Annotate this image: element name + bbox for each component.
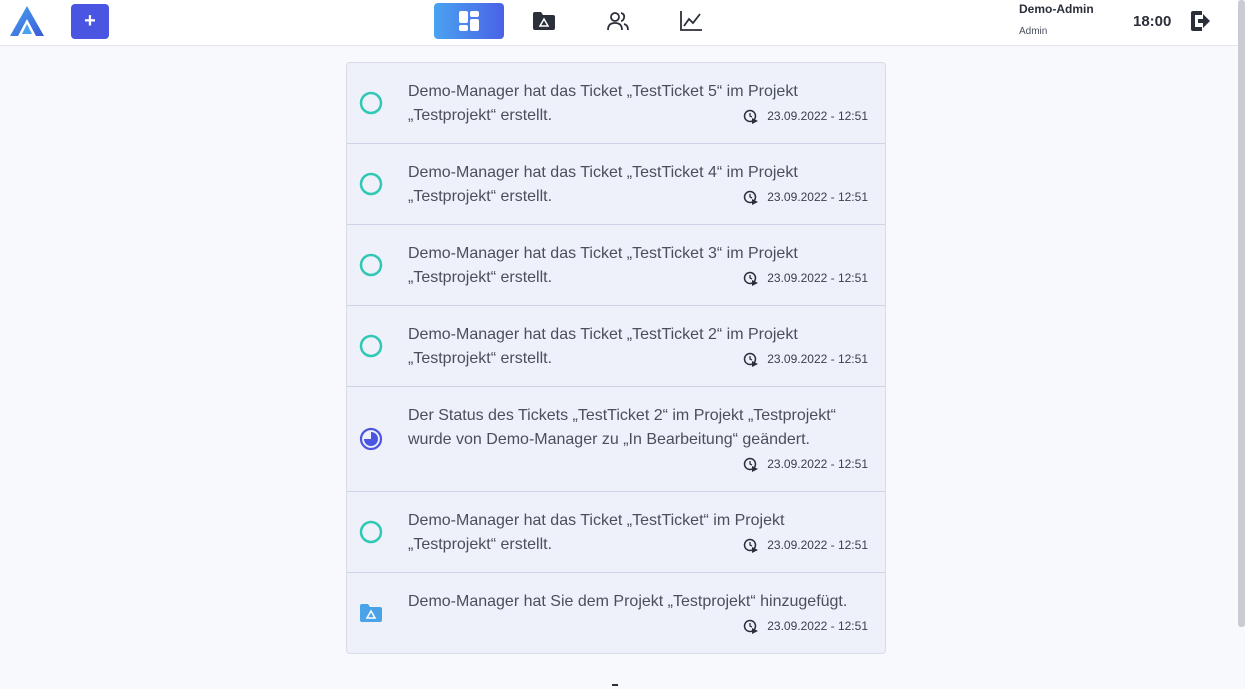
top-bar: + Demo-Admin Admin 18:00 xyxy=(0,0,1245,46)
project-folder-icon xyxy=(533,12,555,30)
nav-projects[interactable] xyxy=(509,3,579,39)
clock-icon xyxy=(743,457,759,472)
user-name: Demo-Admin xyxy=(1019,2,1094,16)
open-status-icon xyxy=(359,253,383,277)
activity-feed: Demo-Manager hat das Ticket „TestTicket … xyxy=(346,62,886,654)
clock-icon xyxy=(743,352,759,367)
dashboard-icon xyxy=(459,11,479,31)
user-role: Admin xyxy=(1019,26,1048,37)
project-folder-icon xyxy=(360,604,382,622)
page-scrollbar[interactable] xyxy=(1238,0,1245,627)
feed-item[interactable]: Der Status des Tickets „TestTicket 2“ im… xyxy=(347,387,885,492)
timestamp-text: 23.09.2022 - 12:51 xyxy=(767,457,868,471)
timestamp-text: 23.09.2022 - 12:51 xyxy=(767,271,868,285)
feed-item-text: Demo-Manager hat Sie dem Projekt „Testpr… xyxy=(408,593,848,610)
feed-item-timestamp: 23.09.2022 - 12:51 xyxy=(743,351,868,367)
feed-item-timestamp: 23.09.2022 - 12:51 xyxy=(743,537,868,553)
clock-icon xyxy=(743,109,759,124)
feed-item-timestamp: 23.09.2022 - 12:51 xyxy=(743,270,868,286)
feed-item[interactable]: Demo-Manager hat das Ticket „TestTicket“… xyxy=(347,492,885,573)
feed-item[interactable]: Demo-Manager hat das Ticket „TestTicket … xyxy=(347,225,885,306)
clock-icon xyxy=(743,190,759,205)
app-logo-icon[interactable] xyxy=(8,4,46,38)
open-status-icon xyxy=(359,91,383,115)
cut-off-element xyxy=(612,684,618,686)
timestamp-text: 23.09.2022 - 12:51 xyxy=(767,619,868,633)
nav-analytics[interactable] xyxy=(656,3,726,39)
timestamp-text: 23.09.2022 - 12:51 xyxy=(767,190,868,204)
feed-item-timestamp: 23.09.2022 - 12:51 xyxy=(743,189,868,205)
timestamp-text: 23.09.2022 - 12:51 xyxy=(767,538,868,552)
clock: 18:00 xyxy=(1133,13,1172,30)
feed-item-timestamp: 23.09.2022 - 12:51 xyxy=(743,456,868,472)
open-status-icon xyxy=(359,520,383,544)
feed-item[interactable]: Demo-Manager hat das Ticket „TestTicket … xyxy=(347,306,885,387)
feed-item[interactable]: Demo-Manager hat das Ticket „TestTicket … xyxy=(347,144,885,225)
logout-icon[interactable] xyxy=(1188,9,1212,33)
clock-icon xyxy=(743,271,759,286)
feed-item[interactable]: Demo-Manager hat Sie dem Projekt „Testpr… xyxy=(347,573,885,653)
feed-item-timestamp: 23.09.2022 - 12:51 xyxy=(743,618,868,634)
analytics-chart-icon xyxy=(680,11,702,31)
timestamp-text: 23.09.2022 - 12:51 xyxy=(767,352,868,366)
add-button[interactable]: + xyxy=(71,4,109,39)
feed-item-timestamp: 23.09.2022 - 12:51 xyxy=(743,108,868,124)
nav-users[interactable] xyxy=(583,3,653,39)
clock-icon xyxy=(743,619,759,634)
feed-item-text: Der Status des Tickets „TestTicket 2“ im… xyxy=(408,407,836,448)
feed-item[interactable]: Demo-Manager hat das Ticket „TestTicket … xyxy=(347,63,885,144)
in-progress-status-icon xyxy=(359,427,383,451)
clock-icon xyxy=(743,538,759,553)
users-icon xyxy=(607,12,629,31)
timestamp-text: 23.09.2022 - 12:51 xyxy=(767,109,868,123)
open-status-icon xyxy=(359,334,383,358)
open-status-icon xyxy=(359,172,383,196)
nav-dashboard[interactable] xyxy=(434,3,504,39)
